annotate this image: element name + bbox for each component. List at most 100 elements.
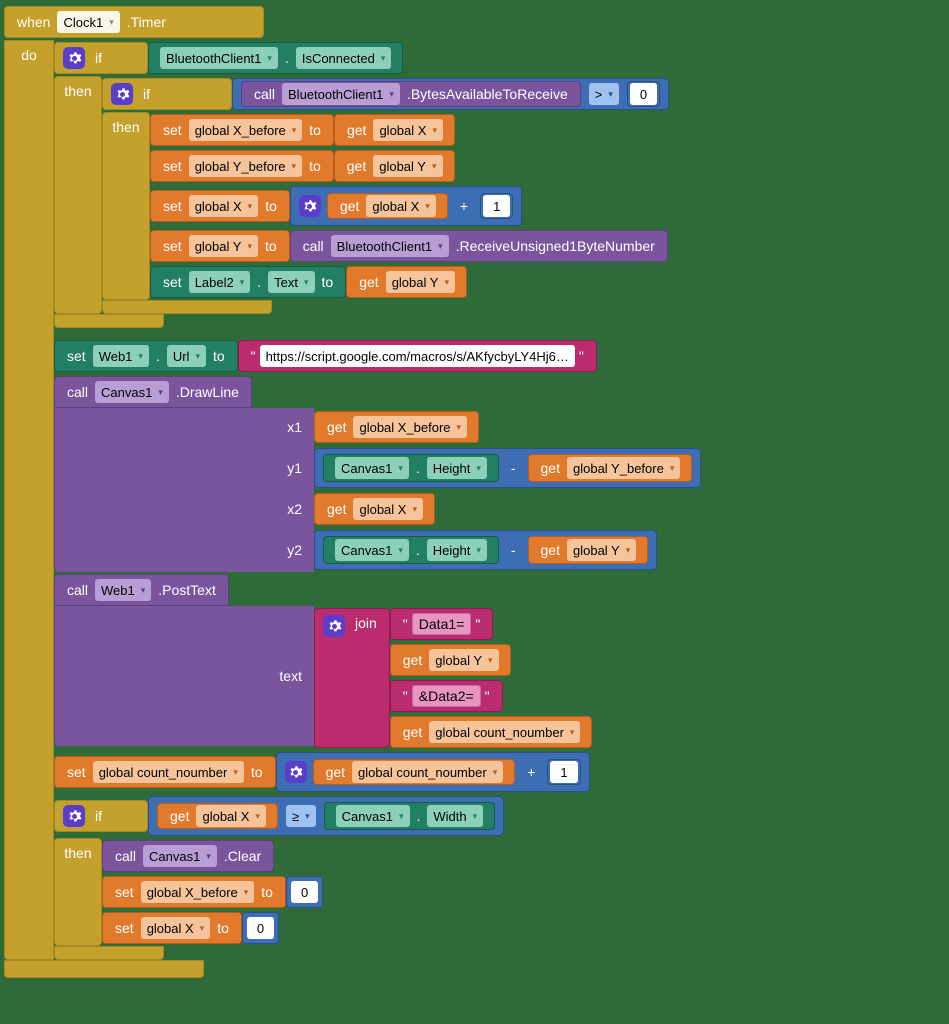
x-var[interactable]: global X	[196, 805, 266, 827]
get-x-if3[interactable]: get global X	[157, 803, 278, 829]
math-minus-y1[interactable]: Canvas1 . Height - get global Y_before	[314, 448, 701, 488]
x-var[interactable]: global X	[141, 917, 211, 939]
zero-value[interactable]: 0	[630, 83, 657, 105]
y-var[interactable]: global Y	[373, 155, 442, 177]
compare-gt[interactable]: call BluetoothClient1 .BytesAvailableToR…	[232, 78, 669, 110]
y-var[interactable]: global Y	[386, 271, 455, 293]
if3-block[interactable]: if	[54, 800, 148, 832]
gear-icon[interactable]	[323, 615, 345, 637]
ybefore-var[interactable]: global Y_before	[189, 155, 302, 177]
get-y-y2[interactable]: get global Y	[528, 536, 649, 564]
cn-var[interactable]: global count_noumber	[429, 721, 580, 743]
get-x-x2[interactable]: get global X	[314, 493, 435, 525]
url-string[interactable]: " https://script.google.com/macros/s/AKf…	[238, 340, 597, 372]
call-receivebyte[interactable]: call BluetoothClient1 .ReceiveUnsigned1B…	[290, 230, 668, 262]
gt-operator[interactable]: >	[589, 83, 619, 105]
get-xbefore[interactable]: get global X_before	[314, 411, 479, 443]
bluetooth-isconnected[interactable]: BluetoothClient1 . IsConnected	[148, 42, 403, 74]
set-x-0[interactable]: set global X to	[102, 912, 242, 944]
bc1-dropdown[interactable]: BluetoothClient1	[160, 47, 278, 69]
width-prop[interactable]: Width	[427, 805, 483, 827]
set-label2-text[interactable]: set Label2 . Text to	[150, 266, 346, 298]
math-plus[interactable]: get global X + 1	[290, 186, 522, 226]
call-canvas-clear[interactable]: call Canvas1 .Clear	[102, 840, 274, 872]
canvas-height2[interactable]: Canvas1 . Height	[323, 536, 499, 564]
get-cn-join[interactable]: get global count_noumber	[390, 716, 593, 748]
get-y[interactable]: get global Y	[334, 150, 455, 182]
get-x[interactable]: get global X	[334, 114, 455, 146]
data1-text[interactable]: Data1=	[412, 613, 472, 635]
gear-icon[interactable]	[299, 195, 321, 217]
x-var[interactable]: global X	[189, 195, 259, 217]
canvas1-dropdown[interactable]: Canvas1	[335, 457, 409, 479]
label2-dropdown[interactable]: Label2	[189, 271, 251, 293]
web1-dropdown[interactable]: Web1	[93, 345, 149, 367]
x-var[interactable]: global X	[353, 498, 423, 520]
height-prop[interactable]: Height	[427, 457, 487, 479]
join-block[interactable]: join	[314, 608, 390, 748]
call-bytesavailable[interactable]: call BluetoothClient1 .BytesAvailableToR…	[241, 81, 581, 107]
canvas1-dropdown[interactable]: Canvas1	[95, 381, 169, 403]
bc1-dropdown[interactable]: BluetoothClient1	[331, 235, 449, 257]
isconnected-dropdown[interactable]: IsConnected	[296, 47, 392, 69]
xbefore-var[interactable]: global X_before	[189, 119, 303, 141]
url-prop[interactable]: Url	[167, 345, 206, 367]
gear-icon[interactable]	[111, 83, 133, 105]
if2-block[interactable]: if	[102, 78, 232, 110]
clock1-dropdown[interactable]: Clock1	[57, 11, 119, 33]
gte-operator[interactable]: ≥	[286, 805, 316, 827]
data1-string[interactable]: " Data1= "	[390, 608, 494, 640]
bc1-dropdown[interactable]: BluetoothClient1	[282, 83, 400, 105]
get-y-join[interactable]: get global Y	[390, 644, 511, 676]
math-minus-y2[interactable]: Canvas1 . Height - get global Y	[314, 530, 657, 570]
data2-string[interactable]: " &Data2= "	[390, 680, 503, 712]
event-when-clock-timer[interactable]: when Clock1 .Timer	[4, 6, 264, 38]
one-value2[interactable]: 1	[550, 761, 577, 783]
canvas1-dropdown[interactable]: Canvas1	[335, 539, 409, 561]
x-var[interactable]: global X	[373, 119, 443, 141]
math-plus-cn[interactable]: get global count_noumber + 1	[276, 752, 590, 792]
to-label: to	[213, 920, 233, 936]
gear-icon[interactable]	[63, 805, 85, 827]
canvas-width[interactable]: Canvas1 . Width	[324, 802, 496, 830]
get-x-inner[interactable]: get global X	[327, 193, 448, 219]
set-x[interactable]: set global X to	[150, 190, 290, 222]
set-ybefore[interactable]: set global Y_before to	[150, 150, 334, 182]
web1-dropdown[interactable]: Web1	[95, 579, 151, 601]
if1-block[interactable]: if	[54, 42, 148, 74]
cn-var[interactable]: global count_noumber	[352, 761, 503, 783]
zero-block2[interactable]: 0	[242, 912, 279, 944]
get-ybefore[interactable]: get global Y_before	[528, 454, 693, 482]
canvas1-dropdown[interactable]: Canvas1	[143, 845, 217, 867]
set-y[interactable]: set global Y to	[150, 230, 290, 262]
set-countnoumber[interactable]: set global count_noumber to	[54, 756, 276, 788]
y-var[interactable]: global Y	[429, 649, 498, 671]
set-xbefore-0[interactable]: set global X_before to	[102, 876, 286, 908]
call-drawline[interactable]: call Canvas1 .DrawLine	[54, 376, 252, 408]
set-xbefore[interactable]: set global X_before to	[150, 114, 334, 146]
call-posttext[interactable]: call Web1 .PostText	[54, 574, 229, 606]
y-var[interactable]: global Y	[567, 539, 636, 561]
xbefore-var[interactable]: global X_before	[141, 881, 255, 903]
ybefore-var[interactable]: global Y_before	[567, 457, 680, 479]
data2-text[interactable]: &Data2=	[412, 685, 481, 707]
one-value[interactable]: 1	[483, 195, 510, 217]
get-y2[interactable]: get global Y	[346, 266, 467, 298]
zero-value-x[interactable]: 0	[247, 917, 274, 939]
zero-block1[interactable]: 0	[286, 876, 323, 908]
canvas-height1[interactable]: Canvas1 . Height	[323, 454, 499, 482]
height-prop[interactable]: Height	[427, 539, 487, 561]
xbefore-var[interactable]: global X_before	[353, 416, 467, 438]
canvas1-dropdown[interactable]: Canvas1	[336, 805, 410, 827]
text-prop[interactable]: Text	[268, 271, 314, 293]
set-web1-url[interactable]: set Web1 . Url to	[54, 340, 238, 372]
y-var[interactable]: global Y	[189, 235, 258, 257]
gear-icon[interactable]	[285, 761, 307, 783]
get-cn-inner[interactable]: get global count_noumber	[313, 759, 516, 785]
cn-var[interactable]: global count_noumber	[93, 761, 244, 783]
gear-icon[interactable]	[63, 47, 85, 69]
compare-gte[interactable]: get global X ≥ Canvas1 . Width	[148, 796, 504, 836]
x-var[interactable]: global X	[366, 195, 436, 217]
url-value[interactable]: https://script.google.com/macros/s/AKfyc…	[260, 345, 575, 367]
zero-value-xb[interactable]: 0	[291, 881, 318, 903]
